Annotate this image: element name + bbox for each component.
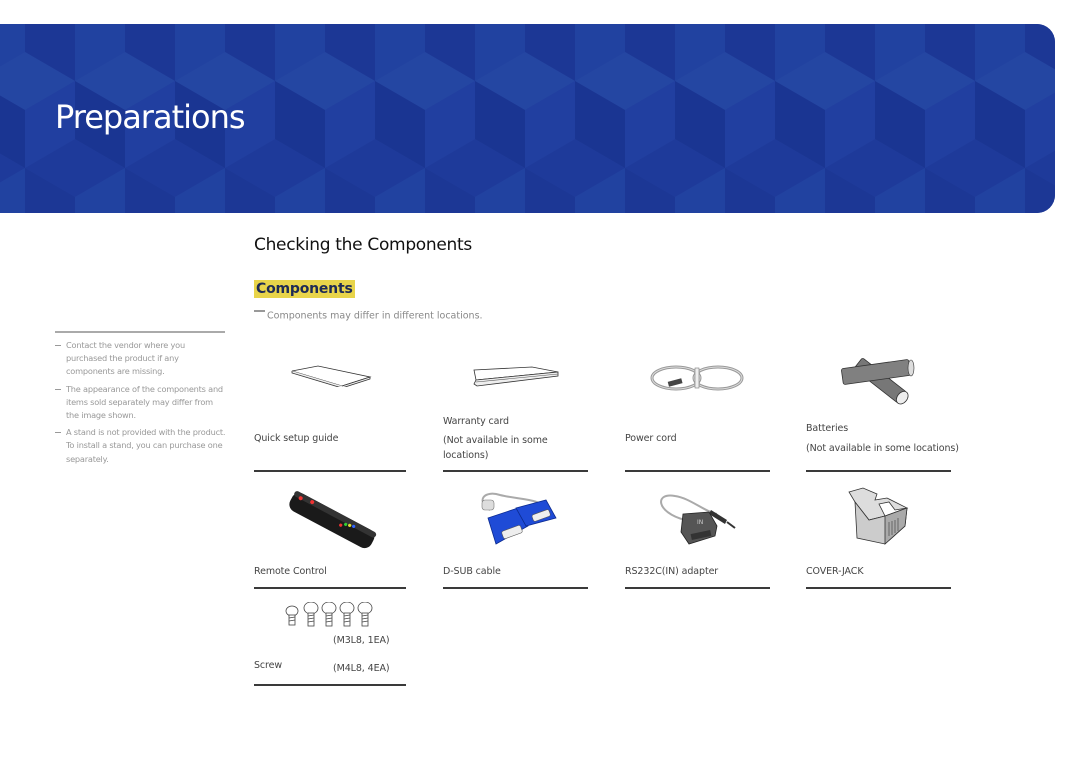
component-name: D-SUB cable bbox=[443, 566, 501, 577]
sidebar-note: The appearance of the components and ite… bbox=[55, 383, 227, 423]
component-divider bbox=[443, 470, 588, 472]
header-banner: Preparations bbox=[0, 24, 1055, 213]
components-note-text: Components may differ in different locat… bbox=[267, 310, 483, 322]
dsub-cable-icon bbox=[481, 492, 557, 545]
page-title: Preparations bbox=[55, 98, 246, 136]
component-name: Quick setup guide bbox=[254, 433, 339, 444]
component-name: Power cord bbox=[625, 433, 677, 444]
component-divider bbox=[254, 587, 406, 589]
remote-control-icon bbox=[289, 491, 377, 549]
rs232c-adapter-icon: IN bbox=[660, 494, 736, 545]
component-divider bbox=[443, 587, 588, 589]
section-title: Checking the Components bbox=[254, 235, 472, 255]
batteries-icon bbox=[841, 358, 915, 405]
component-name: Warranty card bbox=[443, 416, 509, 427]
sidebar-note-text: A stand is not provided with the product… bbox=[66, 427, 226, 464]
component-availability-note: (Not available in some locations) bbox=[806, 443, 959, 454]
component-divider bbox=[806, 587, 951, 589]
note-dash bbox=[55, 388, 61, 390]
component-divider bbox=[806, 470, 951, 472]
screw-spec: (M4L8, 4EA) bbox=[333, 663, 390, 674]
screw-spec: (M3L8, 1EA) bbox=[333, 635, 390, 646]
screws-icon bbox=[285, 602, 373, 627]
sidebar-note: A stand is not provided with the product… bbox=[55, 426, 227, 466]
component-divider bbox=[254, 684, 406, 686]
sidebar-note: Contact the vendor where you purchased t… bbox=[55, 339, 227, 379]
component-divider bbox=[254, 470, 406, 472]
sidebar-notes: Contact the vendor where you purchased t… bbox=[55, 339, 227, 470]
component-name: RS232C(IN) adapter bbox=[625, 566, 719, 577]
sidebar-note-text: The appearance of the components and ite… bbox=[66, 383, 223, 421]
cover-jack-icon bbox=[848, 487, 909, 545]
sidebar-divider bbox=[55, 331, 225, 333]
component-name: Batteries bbox=[806, 423, 849, 434]
note-dash bbox=[55, 345, 61, 346]
component-availability-note: (Not available in some locations) bbox=[443, 435, 548, 461]
component-name: Remote Control bbox=[254, 566, 327, 577]
component-name: Screw bbox=[254, 660, 283, 671]
power-cord-icon bbox=[650, 365, 744, 391]
note-dash bbox=[55, 432, 61, 434]
booklet-icon bbox=[291, 365, 372, 387]
subsection-title: Components bbox=[254, 280, 355, 298]
component-name: COVER-JACK bbox=[806, 566, 864, 577]
component-divider bbox=[625, 470, 770, 472]
svg-text:IN: IN bbox=[697, 519, 703, 526]
components-note: Components may differ in different locat… bbox=[254, 310, 483, 322]
sidebar-note-text: Contact the vendor where you purchased t… bbox=[66, 340, 185, 377]
component-divider bbox=[625, 587, 770, 589]
card-icon bbox=[473, 366, 559, 387]
note-dash bbox=[254, 310, 265, 312]
